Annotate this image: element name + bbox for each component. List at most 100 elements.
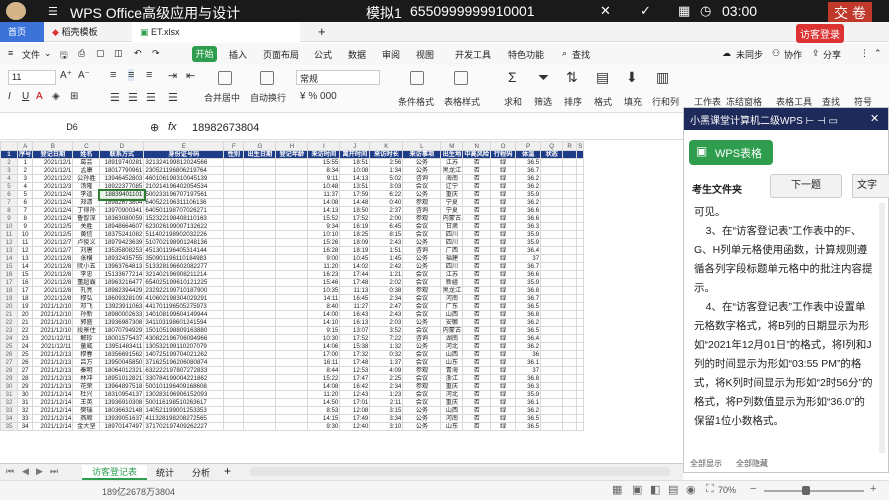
table-cell[interactable]: 联系方式 [99,150,145,159]
table-cell[interactable]: 绿 [490,286,517,295]
table-cell[interactable] [275,270,309,279]
table-cell[interactable]: 13936987308 [99,318,145,327]
table-cell[interactable]: 14:13 [307,206,341,215]
table-cell[interactable] [576,278,585,287]
table-cell[interactable] [223,286,245,295]
table-cell[interactable]: 17:44 [339,270,371,279]
table-cell[interactable]: 绿 [490,254,517,263]
table-cell[interactable] [540,414,564,423]
column-header[interactable]: L [402,141,442,151]
table-cell[interactable]: 0:40 [369,198,404,207]
table-cell[interactable]: 1 [16,158,34,167]
table-row[interactable]: 14 13 2021/12/8 张横 18932435755 35090119611018… [0,254,585,263]
print-icon[interactable]: ⎙ [78,48,85,59]
table-cell[interactable] [223,246,245,255]
table-cell[interactable]: 18:09 [339,238,371,247]
table-cell[interactable] [223,342,245,351]
table-cell[interactable]: 14:13 [339,174,371,183]
table-cell[interactable]: 绿 [490,302,517,311]
table-cell[interactable]: 13939051637 [99,414,145,423]
table-row[interactable]: 33 32 2021/12/14 樊瑞 18036632148 1405211990012… [0,406,585,415]
cell-reference[interactable]: D6 [4,121,140,136]
table-cell[interactable]: 640501198707026271 [143,206,225,215]
row-number[interactable]: 10 [0,222,18,231]
table-cell[interactable]: 绿 [490,334,517,343]
table-cell[interactable]: 36.2 [515,174,542,183]
table-cell[interactable]: 2:37 [369,206,404,215]
table-cell[interactable] [540,398,564,407]
normal-view-icon[interactable]: ▦ [612,483,622,496]
table-cell[interactable]: 511402198902032226 [143,230,225,239]
row-number[interactable]: 9 [0,214,18,223]
table-cell[interactable]: 黑龙江 [440,166,464,175]
auto-wrap-button[interactable]: 自动换行 [250,91,286,104]
table-cell[interactable]: 否 [462,294,492,303]
table-cell[interactable]: 公务 [402,166,442,175]
table-cell[interactable]: 3:15 [369,406,404,415]
table-cell[interactable]: 16:11 [307,358,341,367]
justify-icon[interactable]: ☰ [168,91,178,104]
table-cell[interactable]: 否 [462,398,492,407]
table-cell[interactable]: 2021/12/11 [32,342,74,351]
table-cell[interactable]: 3:03 [369,182,404,191]
table-cell[interactable]: 2:56 [369,158,404,167]
table-cell[interactable]: 8:40 [307,302,341,311]
hamburger-icon[interactable]: ≡ [8,48,13,58]
table-cell[interactable]: 2021/12/4 [32,206,74,215]
table-cell[interactable]: 2:00 [369,214,404,223]
table-cell[interactable]: 18017790961 [99,166,145,175]
row-number[interactable]: 35 [0,422,18,431]
table-cell[interactable]: 8:44 [307,366,341,375]
row-number[interactable]: 13 [0,246,18,255]
table-cell[interactable]: 18363080059 [99,214,145,223]
table-cell[interactable] [243,382,277,391]
table-cell[interactable] [540,422,564,431]
table-cell[interactable]: 500116198510263617 [143,398,225,407]
table-cell[interactable]: 18310954137 [99,390,145,399]
table-cell[interactable] [540,214,564,223]
font-color-icon[interactable]: A [36,91,43,102]
table-cell[interactable]: 17:59 [339,190,371,199]
table-cell[interactable]: 24 [16,342,34,351]
examinee-folder-label[interactable]: 考生文件夹 [692,181,742,196]
table-row[interactable]: 31 30 2021/12/14 杜兴 18310954137 1302831969061… [0,390,585,399]
table-cell[interactable]: 35.9 [515,238,542,247]
table-cell[interactable]: 公务 [402,262,442,271]
table-cell[interactable]: 咨询 [402,174,442,183]
table-cell[interactable] [540,270,564,279]
table-cell[interactable]: 2:43 [369,310,404,319]
table-cell[interactable] [243,390,277,399]
table-cell[interactable]: 32 [16,406,34,415]
menu-data[interactable]: 数据 [348,48,366,61]
table-cell[interactable] [275,278,309,287]
table-cell[interactable]: 13 [16,254,34,263]
table-cell[interactable]: 广东 [440,302,464,311]
table-cell[interactable]: 绿 [490,182,517,191]
underline-icon[interactable]: U [22,91,29,102]
table-cell[interactable]: 林冲 [72,374,101,383]
table-cell[interactable]: 来访事项 [402,150,442,159]
table-cell[interactable] [562,198,578,207]
conditional-format-icon[interactable] [410,71,424,85]
table-cell[interactable]: 18839401101 [97,188,146,201]
table-cell[interactable]: 秦明 [72,366,101,375]
align-left-icon[interactable]: ☰ [110,91,120,104]
row-number[interactable]: 26 [0,350,18,359]
table-cell[interactable]: 郭盛 [72,318,101,327]
table-cell[interactable] [540,166,564,175]
table-cell[interactable]: 36.2 [515,406,542,415]
last-sheet-icon[interactable]: ⏭ [50,466,58,477]
table-cell[interactable]: 350901196110184983 [143,254,225,263]
table-cell[interactable]: 13970900341 [99,206,145,215]
table-cell[interactable]: 2021/12/4 [32,198,74,207]
table-cell[interactable] [540,334,564,343]
table-cell[interactable]: 11:20 [307,390,341,399]
more-icon[interactable]: ⋮ [860,48,869,59]
table-cell[interactable] [576,374,585,383]
table-cell[interactable]: 130283196906152093 [143,390,225,399]
table-cell[interactable]: 13:51 [339,182,371,191]
table-cell[interactable] [562,254,578,263]
table-cell[interactable]: 否 [462,198,492,207]
table-cell[interactable] [540,158,564,167]
table-cell[interactable] [562,190,578,199]
